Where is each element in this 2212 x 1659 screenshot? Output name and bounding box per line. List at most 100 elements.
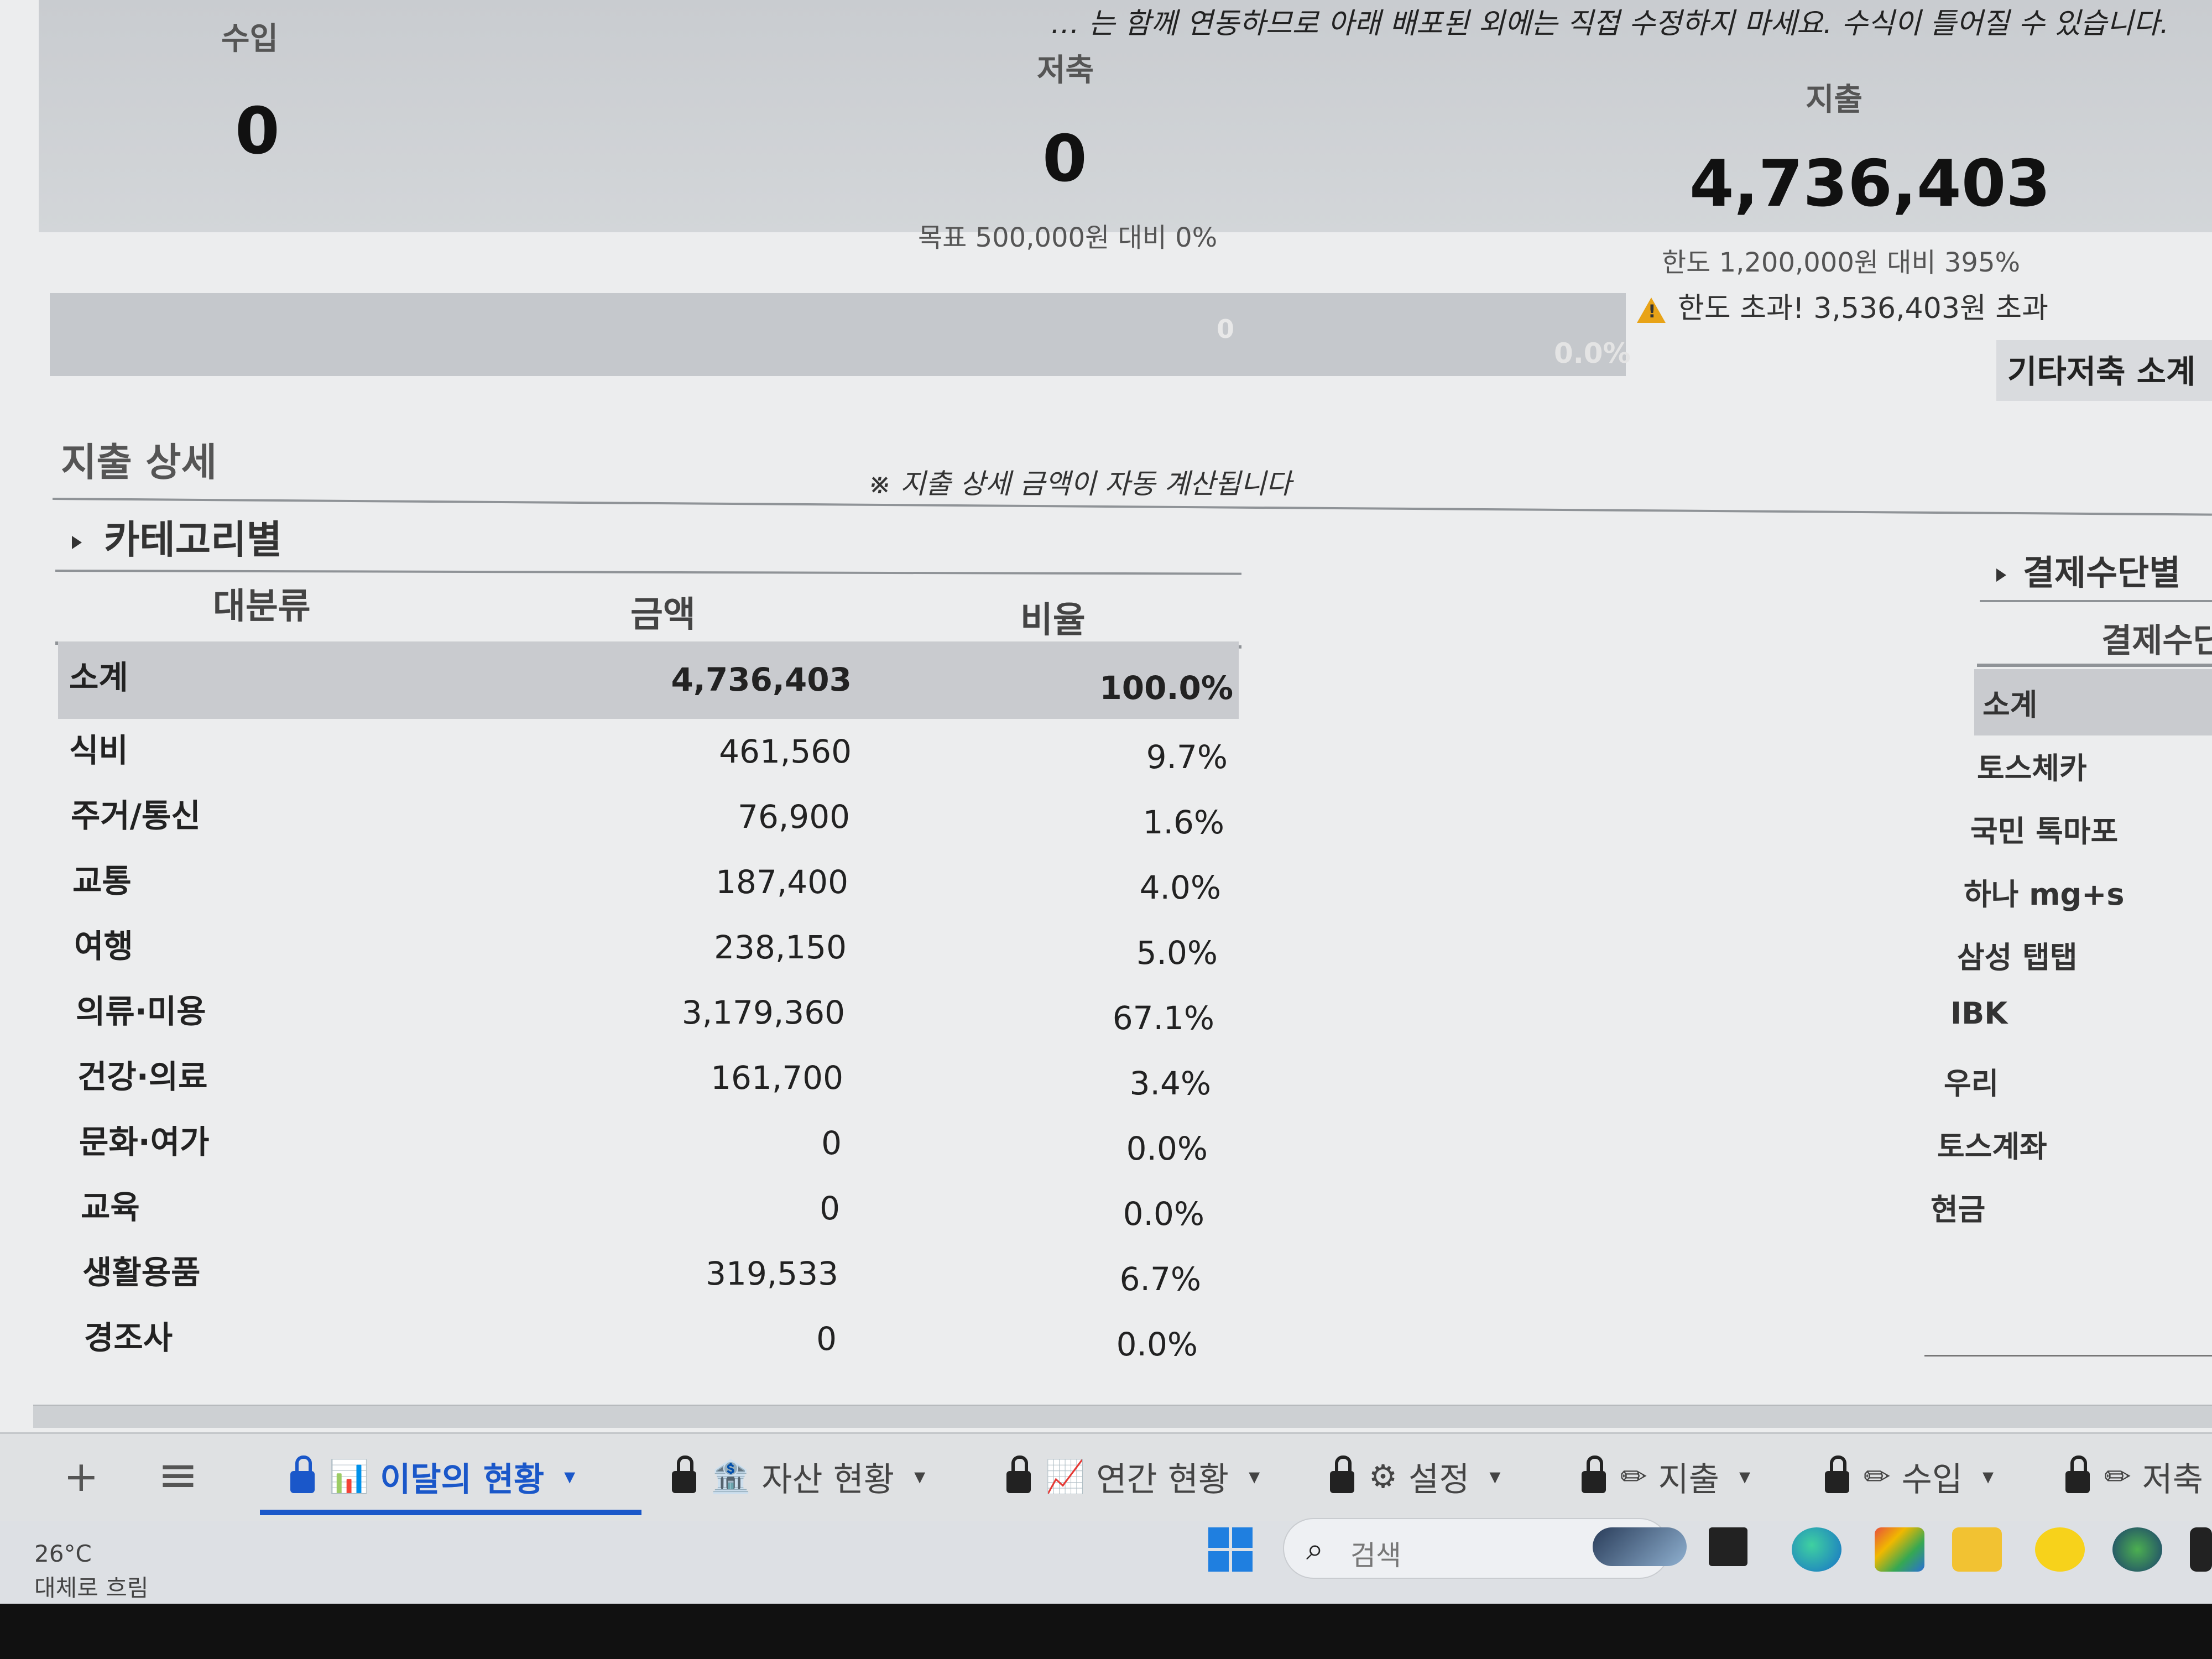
category-name: 주거/통신 bbox=[71, 797, 201, 834]
weather-description[interactable]: 대체로 흐림 bbox=[34, 1569, 149, 1603]
payment-header-bottom-line bbox=[1977, 664, 2212, 667]
expense-value: 4,736,403 bbox=[1689, 147, 2051, 221]
category-amount: 461,560 bbox=[719, 733, 852, 770]
sheet-tab-emoji-icon: 📊 bbox=[329, 1457, 369, 1495]
lock-icon bbox=[1006, 1455, 1031, 1493]
category-amount: 187,400 bbox=[716, 863, 848, 901]
sheet-tab-emoji-icon: 📈 bbox=[1045, 1457, 1086, 1495]
payment-method-item: 삼성 탭탭 bbox=[1957, 940, 2078, 975]
edge-browser-icon[interactable] bbox=[1792, 1527, 1841, 1572]
subtotal-category: 소계 bbox=[69, 659, 128, 696]
spreadsheet-screen: … 는 함께 연동하므로 아래 배포된 외에는 직접 수정하지 마세요. 수식이… bbox=[0, 0, 2212, 1659]
sheet-tab-emoji-icon: ⚙ bbox=[1369, 1458, 1397, 1495]
category-ratio: 4.0% bbox=[1139, 869, 1221, 906]
category-amount: 0 bbox=[816, 1320, 837, 1358]
savings-progress-bar: 0 0.0% bbox=[50, 293, 1631, 376]
payment-header: 결제수단 bbox=[2101, 622, 2212, 660]
payment-method-item: 토스체카 bbox=[1977, 751, 2087, 786]
sheet-tab[interactable]: ✏ 저축 bbox=[2065, 1449, 2203, 1504]
payment-group-title: 결제수단별 bbox=[2023, 552, 2181, 593]
lock-icon bbox=[290, 1455, 315, 1493]
sheet-tab[interactable]: ⚙ 설정 ▾ bbox=[1330, 1449, 1500, 1504]
sheet-tab-label: 이달의 현황 bbox=[380, 1460, 545, 1499]
expand-triangle-icon bbox=[72, 535, 82, 549]
taskbar-app-icon[interactable] bbox=[2190, 1527, 2212, 1572]
expense-detail-note: ※ 지출 상세 금액이 자동 계산됩니다 bbox=[868, 468, 1292, 500]
search-icon: ⌕ bbox=[1306, 1531, 1324, 1567]
lock-icon bbox=[672, 1455, 696, 1493]
other-savings-subtotal-label: 기타저축 소계 bbox=[1996, 340, 2212, 401]
chevron-down-icon[interactable]: ▾ bbox=[914, 1464, 925, 1489]
payment-method-item: 현금 bbox=[1931, 1192, 1986, 1227]
sheet-tab-label: 설정 bbox=[1408, 1460, 1470, 1499]
header-ratio: 비율 bbox=[1020, 600, 1086, 641]
sheet-tab-emoji-icon: 🏦 bbox=[711, 1457, 751, 1495]
income-value: 0 bbox=[235, 94, 280, 169]
payment-table-end-line bbox=[1924, 1355, 2212, 1357]
expense-limit-text: 한도 1,200,000원 대비 395% bbox=[1662, 247, 2021, 278]
over-limit-text: 한도 초과! 3,536,403원 초과 bbox=[1678, 292, 2048, 325]
category-amount: 76,900 bbox=[738, 798, 850, 836]
category-ratio: 9.7% bbox=[1146, 738, 1228, 776]
header-amount: 금액 bbox=[630, 594, 696, 635]
sheet-tab[interactable]: ✏ 수입 ▾ bbox=[1825, 1449, 1994, 1504]
payment-method-item: 우리 bbox=[1944, 1066, 1999, 1101]
kakaotalk-icon[interactable] bbox=[2035, 1527, 2085, 1572]
category-amount: 0 bbox=[821, 1124, 842, 1162]
category-ratio: 0.0% bbox=[1116, 1326, 1198, 1363]
category-ratio: 5.0% bbox=[1136, 934, 1218, 972]
category-ratio: 3.4% bbox=[1129, 1065, 1211, 1102]
payment-method-item: 국민 톡마포 bbox=[1970, 814, 2119, 849]
sheet-tab[interactable]: 🏦 자산 현황 ▾ bbox=[672, 1449, 925, 1504]
lock-icon bbox=[2065, 1455, 2090, 1493]
expense-detail-title: 지출 상세 bbox=[61, 440, 217, 485]
sheet-tab-label: 저축 bbox=[2142, 1460, 2204, 1499]
chevron-down-icon[interactable]: ▾ bbox=[1983, 1464, 1994, 1489]
category-ratio: 6.7% bbox=[1119, 1260, 1201, 1298]
browser-app-icon[interactable] bbox=[2112, 1527, 2162, 1572]
category-ratio: 0.0% bbox=[1126, 1130, 1208, 1167]
category-amount: 0 bbox=[820, 1190, 840, 1227]
chevron-down-icon[interactable]: ▾ bbox=[1249, 1464, 1260, 1489]
lock-icon bbox=[1582, 1455, 1606, 1493]
category-group-title: 카테고리별 bbox=[104, 517, 282, 562]
file-explorer-icon[interactable] bbox=[1952, 1527, 2002, 1572]
category-amount: 238,150 bbox=[714, 928, 847, 966]
category-name: 문화·여가 bbox=[79, 1123, 210, 1161]
savings-bar-amount: 0 bbox=[1217, 314, 1235, 344]
expand-triangle-icon bbox=[1996, 568, 2006, 582]
lock-icon bbox=[1825, 1455, 1849, 1493]
task-view-icon[interactable] bbox=[1709, 1527, 1747, 1566]
sheet-tab[interactable]: ✏ 지출 ▾ bbox=[1582, 1449, 1750, 1504]
sheet-tab-emoji-icon: ✏ bbox=[1864, 1458, 1891, 1495]
category-group-toggle[interactable]: 카테고리별 bbox=[72, 509, 282, 565]
category-name: 건강·의료 bbox=[77, 1058, 208, 1095]
category-ratio: 67.1% bbox=[1112, 999, 1214, 1037]
all-sheets-menu-button[interactable]: ≡ bbox=[158, 1446, 199, 1503]
category-name: 식비 bbox=[69, 732, 128, 769]
sheet-tab-label: 지출 bbox=[1658, 1460, 1720, 1499]
category-amount: 3,179,360 bbox=[681, 994, 845, 1031]
category-amount: 161,700 bbox=[711, 1059, 843, 1097]
savings-goal-text: 목표 500,000원 대비 0% bbox=[918, 222, 1218, 253]
savings-bar-percent: 0.0% bbox=[1554, 337, 1631, 369]
chevron-down-icon[interactable]: ▾ bbox=[1739, 1464, 1750, 1489]
category-name: 교통 bbox=[72, 862, 132, 900]
active-tab-indicator bbox=[260, 1510, 641, 1515]
chevron-down-icon[interactable]: ▾ bbox=[564, 1464, 575, 1489]
category-name: 교육 bbox=[81, 1188, 140, 1226]
chevron-down-icon[interactable]: ▾ bbox=[1489, 1464, 1500, 1489]
horizontal-scrollbar[interactable] bbox=[33, 1405, 2212, 1428]
sheet-tab-emoji-icon: ✏ bbox=[1620, 1458, 1647, 1495]
sheet-tab-label: 수입 bbox=[1901, 1460, 1963, 1499]
weather-temperature[interactable]: 26°C bbox=[34, 1540, 92, 1567]
add-sheet-button[interactable]: + bbox=[64, 1452, 99, 1501]
sheet-tab[interactable]: 📊 이달의 현황 ▾ bbox=[290, 1449, 575, 1504]
search-highlight-icon[interactable] bbox=[1593, 1527, 1687, 1566]
payment-group-toggle[interactable]: 결제수단별 bbox=[1996, 545, 2180, 594]
category-name: 경조사 bbox=[84, 1319, 173, 1357]
category-name: 여행 bbox=[74, 927, 133, 965]
windows-start-icon[interactable] bbox=[1208, 1527, 1253, 1572]
microsoft-store-icon[interactable] bbox=[1875, 1527, 1924, 1572]
sheet-tab[interactable]: 📈 연간 현황 ▾ bbox=[1006, 1449, 1260, 1504]
